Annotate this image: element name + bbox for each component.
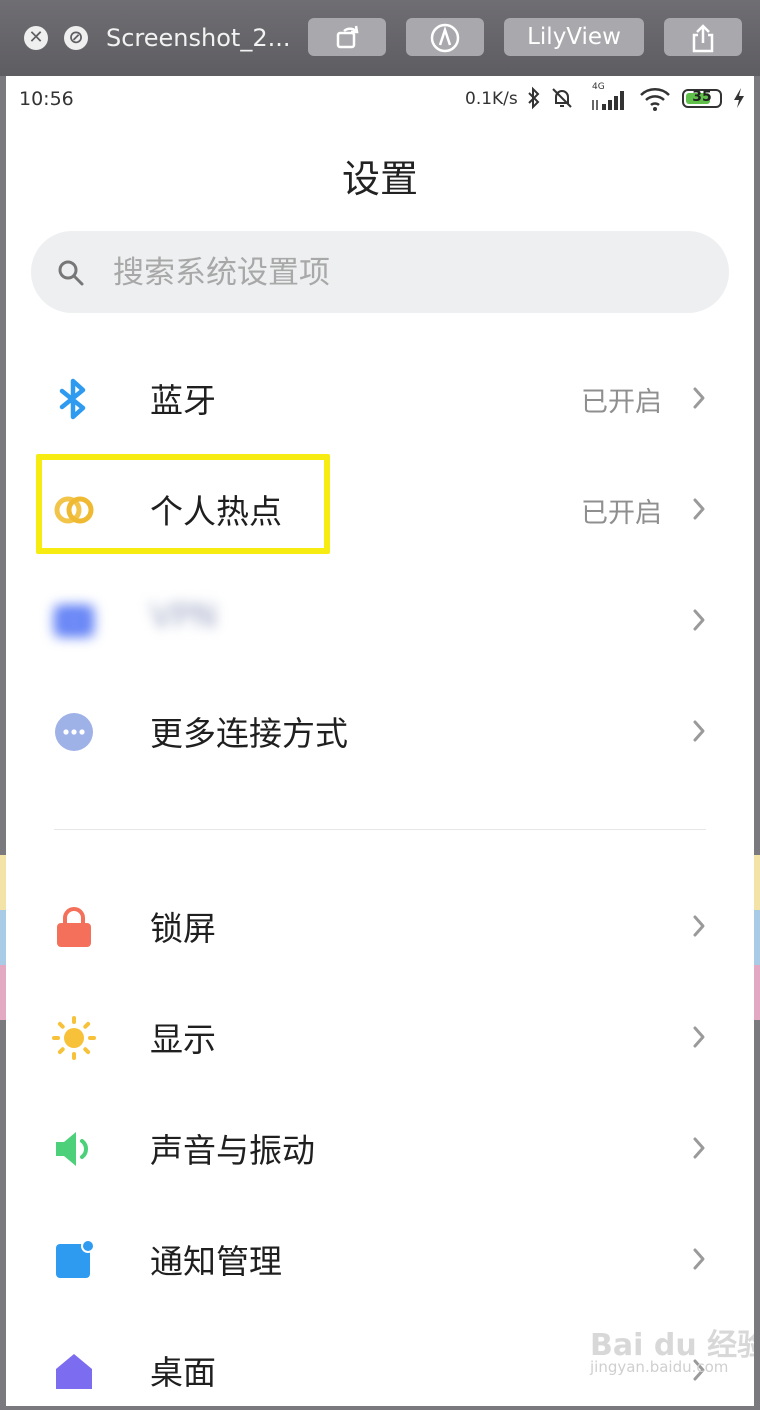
- sun-icon: [52, 1016, 96, 1060]
- search-icon: [58, 260, 84, 286]
- row-label: VPN: [150, 596, 218, 635]
- settings-row-lock-screen[interactable]: 锁屏: [6, 872, 754, 982]
- settings-row-display[interactable]: 显示: [6, 983, 754, 1093]
- share-icon: [692, 24, 714, 53]
- row-label: 蓝牙: [150, 381, 216, 420]
- markup-pen-icon: [430, 23, 460, 53]
- chevron-right-icon: [693, 1248, 705, 1270]
- cellular-signal-icon: [592, 91, 624, 110]
- close-icon[interactable]: ✕: [24, 26, 48, 50]
- settings-row-bluetooth[interactable]: 蓝牙 已开启: [6, 344, 754, 454]
- mute-bell-icon: [552, 88, 572, 108]
- settings-row-vpn[interactable]: VPN: [6, 566, 754, 676]
- row-label: 桌面: [150, 1353, 216, 1392]
- edge-strip-left-blue: [0, 910, 6, 965]
- notification-icon: [56, 1239, 95, 1278]
- chevron-right-icon: [693, 1137, 705, 1159]
- markup-button[interactable]: [406, 18, 484, 56]
- highlight-box: [36, 454, 330, 554]
- search-bar[interactable]: [31, 231, 729, 315]
- battery-percent: 35: [692, 89, 712, 105]
- network-speed: 0.1K/s: [465, 89, 518, 109]
- chevron-right-icon: [693, 720, 705, 742]
- chevron-right-icon: [693, 609, 705, 631]
- speaker-icon: [56, 1132, 88, 1166]
- page-title: 设置: [341, 157, 418, 201]
- row-label: 锁屏: [150, 909, 216, 948]
- chevron-right-icon: [693, 915, 705, 937]
- status-time: 10:56: [19, 88, 74, 110]
- section-divider: [54, 829, 706, 830]
- viewer-titlebar: ✕ ⊘ Screenshot_2... LilyView: [0, 0, 760, 76]
- row-status: 已开启: [581, 387, 662, 418]
- block-icon[interactable]: ⊘: [64, 26, 88, 50]
- bluetooth-status-icon: [528, 86, 540, 110]
- status-bar: 10:56 0.1K/s 4G 35: [6, 76, 754, 122]
- bluetooth-icon: [59, 378, 86, 420]
- row-label: 更多连接方式: [150, 714, 348, 753]
- vpn-icon: [54, 605, 94, 637]
- chevron-right-icon: [693, 387, 705, 409]
- more-connections-icon: [55, 713, 93, 751]
- battery-icon: 35: [682, 89, 722, 108]
- window-title: Screenshot_2...: [106, 24, 291, 52]
- edge-strip-left-pink: [0, 965, 6, 1020]
- settings-row-sound[interactable]: 声音与振动: [6, 1094, 754, 1204]
- phone-screen: 10:56 0.1K/s 4G 35 设置 搜索系统设置项 蓝牙 已开启 个人热…: [6, 76, 754, 1406]
- edge-strip-right-blue: [754, 910, 760, 965]
- settings-row-notifications[interactable]: 通知管理: [6, 1205, 754, 1315]
- baidu-watermark-url: jingyan.baidu.com: [590, 1358, 729, 1376]
- rotate-icon: [336, 25, 359, 49]
- charging-bolt-icon: [734, 88, 744, 108]
- lock-icon: [57, 907, 91, 947]
- row-label: 声音与振动: [150, 1131, 315, 1170]
- row-label: 显示: [150, 1020, 216, 1059]
- search-input[interactable]: [111, 231, 695, 315]
- share-button[interactable]: [664, 18, 742, 56]
- rotate-button[interactable]: [308, 18, 386, 56]
- lilyview-button[interactable]: LilyView: [504, 18, 644, 56]
- wifi-icon: [640, 88, 670, 111]
- row-label: 通知管理: [150, 1242, 282, 1281]
- chevron-right-icon: [693, 498, 705, 520]
- row-status: 已开启: [581, 498, 662, 529]
- edge-strip-left-yellow: [0, 855, 6, 910]
- edge-strip-right-yellow: [754, 855, 760, 910]
- chevron-right-icon: [693, 1026, 705, 1048]
- edge-strip-right-pink: [754, 965, 760, 1020]
- home-icon: [56, 1354, 92, 1389]
- settings-row-more-connections[interactable]: 更多连接方式: [6, 677, 754, 787]
